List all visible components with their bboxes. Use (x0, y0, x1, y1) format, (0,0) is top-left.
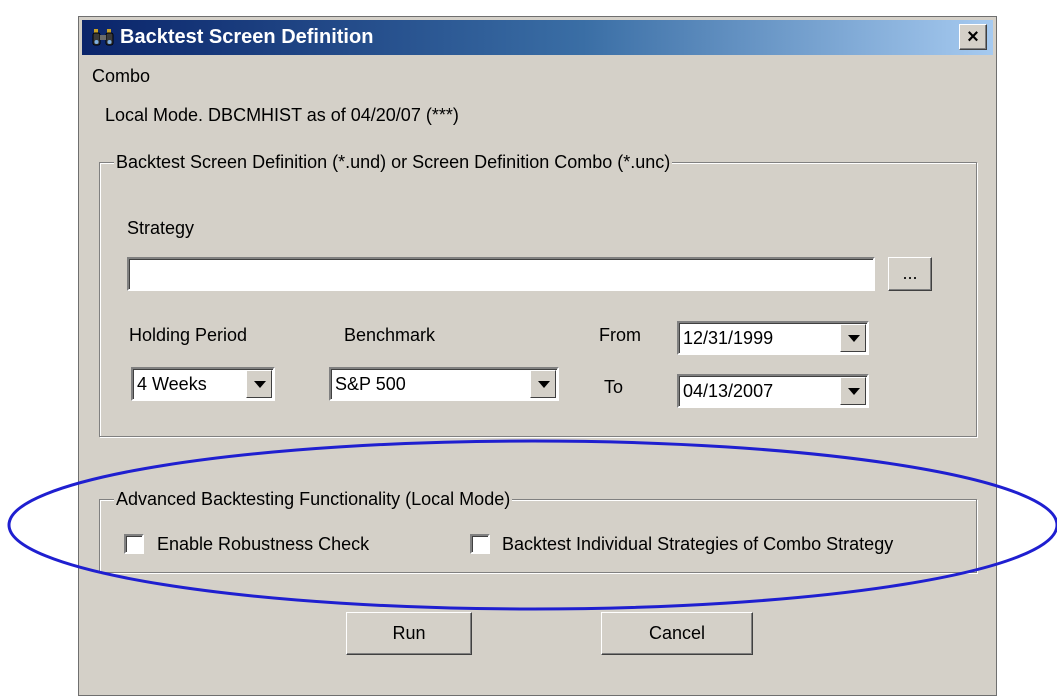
annotation-ellipse (7, 439, 1057, 611)
